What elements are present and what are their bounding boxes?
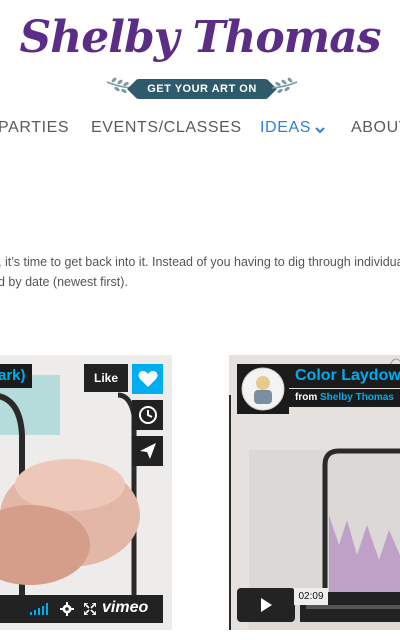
gear-icon[interactable]	[60, 602, 74, 616]
intro-text: , it’s time to get back into it. Instead…	[0, 252, 400, 292]
chevron-down-icon	[315, 127, 325, 134]
tagline-ribbon: GET YOUR ART ON	[136, 79, 268, 99]
heart-icon	[138, 370, 157, 387]
logo-title: Shelby Thomas	[19, 12, 381, 63]
progress-track[interactable]	[306, 605, 400, 609]
channel-avatar[interactable]	[237, 364, 289, 414]
like-label: Like	[84, 364, 128, 392]
nav-item-about[interactable]: ABOUT	[351, 119, 400, 137]
sprig-right-icon	[271, 77, 298, 94]
like-button[interactable]	[132, 364, 163, 394]
video-player-1[interactable]	[0, 355, 172, 630]
vimeo-logo[interactable]: vimeo	[102, 599, 148, 617]
intro-line-1: , it’s time to get back into it. Instead…	[0, 255, 400, 269]
send-icon	[139, 443, 156, 459]
watch-later-button[interactable]	[132, 400, 163, 430]
play-icon	[261, 598, 272, 612]
site-logo[interactable]: Shelby Thomas GET YOUR ART ON	[0, 0, 400, 110]
nav-item-parties[interactable]: PARTIES	[0, 119, 69, 137]
video-1-title[interactable]: ark)	[0, 364, 32, 388]
video-1-thumbnail	[0, 355, 172, 630]
video-2-title[interactable]: Color Laydow	[289, 364, 400, 388]
nav-item-ideas[interactable]: IDEAS	[260, 119, 325, 137]
avatar-image	[241, 367, 285, 411]
main-nav: PARTIES EVENTS/CLASSES IDEAS ABOUT	[0, 110, 400, 146]
byline-prefix: from	[295, 392, 318, 403]
intro-line-2: d by date (newest first).	[0, 275, 128, 289]
fullscreen-icon[interactable]	[84, 603, 96, 615]
play-button[interactable]	[237, 588, 295, 622]
share-button[interactable]	[132, 436, 163, 466]
byline-author[interactable]: Shelby Thomas	[320, 392, 394, 403]
video-2-time: 02:09	[294, 588, 328, 605]
video-2-byline: from Shelby Thomas	[289, 389, 400, 407]
nav-item-events-classes[interactable]: EVENTS/CLASSES	[91, 119, 242, 137]
nav-item-ideas-label: IDEAS	[260, 119, 312, 136]
clock-icon	[138, 406, 157, 424]
volume-bars-icon[interactable]	[30, 603, 50, 615]
video-1-control-bar[interactable]: vimeo	[0, 595, 163, 623]
